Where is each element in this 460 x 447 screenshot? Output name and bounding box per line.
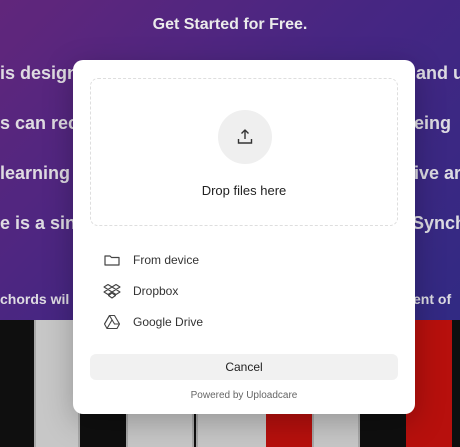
google-drive-icon — [103, 313, 121, 331]
source-from-device[interactable]: From device — [103, 246, 393, 274]
source-label: Dropbox — [133, 284, 179, 298]
upload-icon — [218, 110, 272, 164]
drop-files-label: Drop files here — [201, 183, 287, 198]
source-label: From device — [133, 253, 200, 267]
source-google-drive[interactable]: Google Drive — [103, 308, 393, 336]
drop-zone[interactable]: Drop files here — [90, 78, 398, 226]
cancel-button[interactable]: Cancel — [90, 354, 398, 380]
source-dropbox[interactable]: Dropbox — [103, 277, 393, 305]
source-label: Google Drive — [133, 315, 204, 329]
dropbox-icon — [103, 282, 121, 300]
upload-dialog: Drop files here From device Dropbox Goog… — [73, 60, 415, 414]
folder-icon — [103, 251, 121, 269]
powered-by-label: Powered by Uploadcare — [190, 390, 298, 401]
